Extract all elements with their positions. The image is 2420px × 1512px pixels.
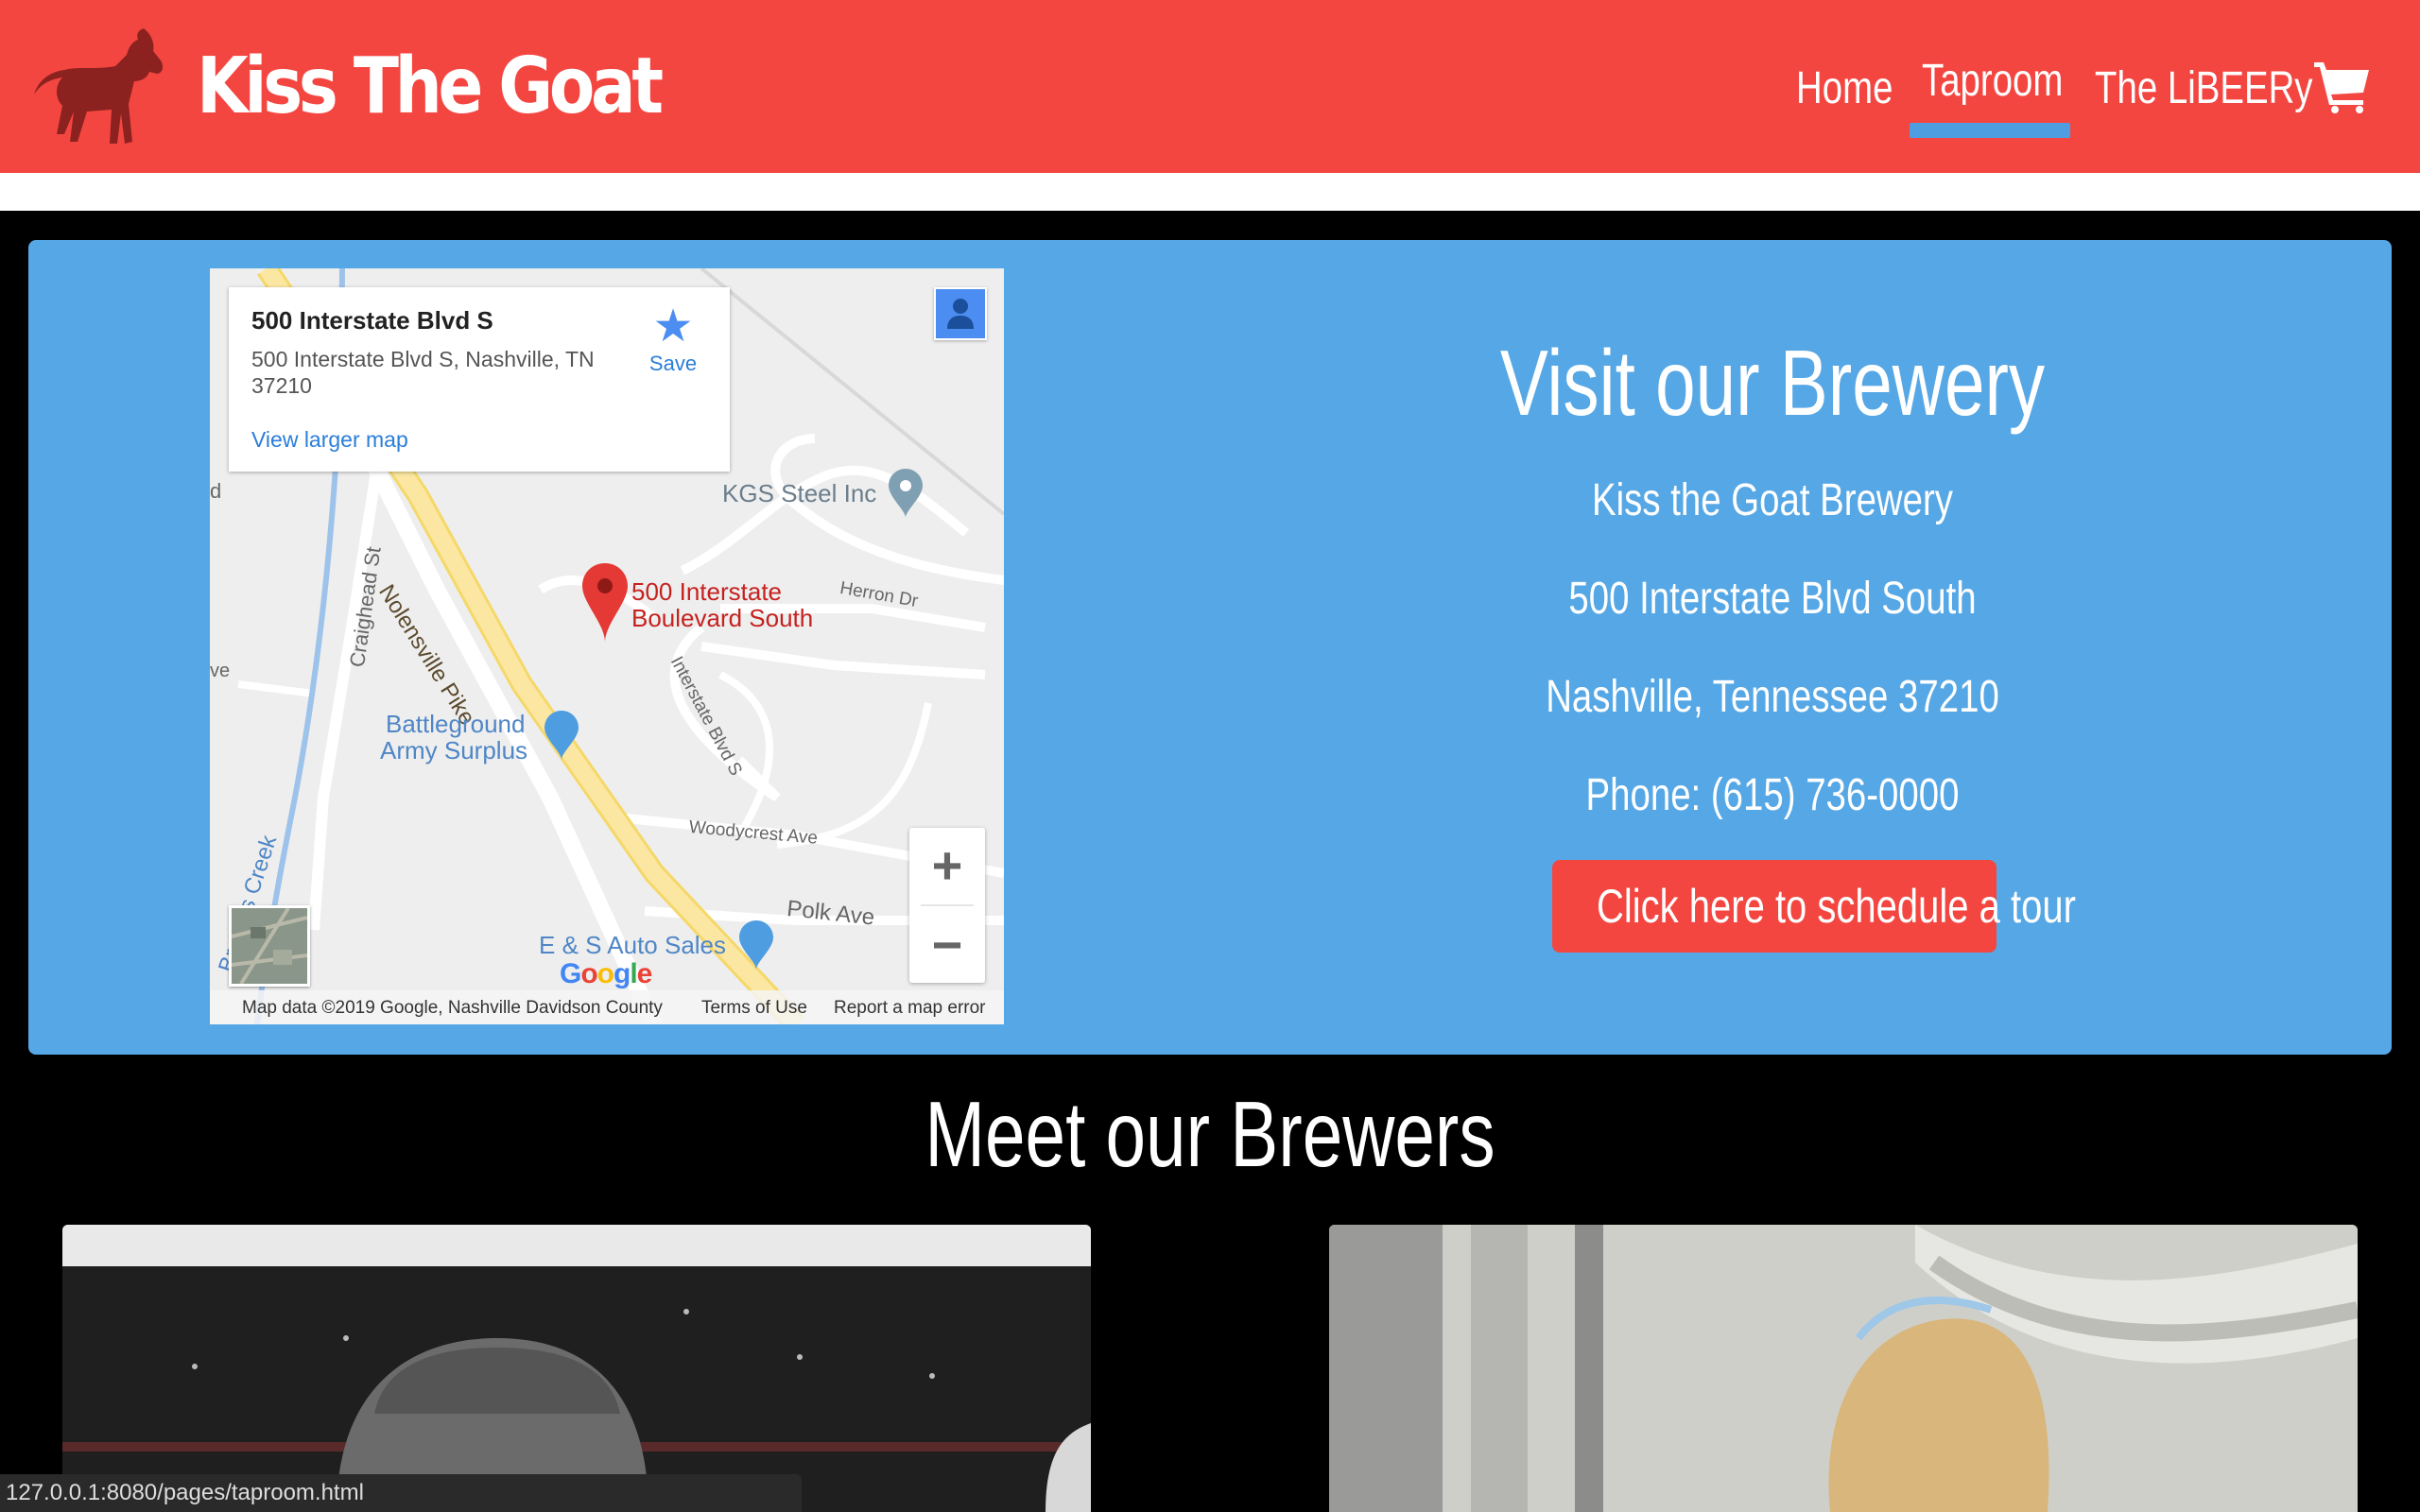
status-url: 127.0.0.1:8080/pages/taproom.html xyxy=(6,1480,364,1505)
map-label-kgs[interactable]: KGS Steel Inc xyxy=(722,480,876,507)
map-data-attribution: Map data ©2019 Google, Nashville Davidso… xyxy=(242,998,663,1018)
brewer-photo-right-image xyxy=(1329,1225,2358,1512)
brewer-photo-left xyxy=(62,1225,1091,1512)
google-logo[interactable]: Google xyxy=(560,958,652,990)
nav-libeery[interactable]: The LiBEERy xyxy=(2095,60,2313,117)
brewers-heading: Meet our Brewers xyxy=(925,1082,1495,1186)
terms-of-use-link[interactable]: Terms of Use xyxy=(701,998,807,1019)
map-label-es-auto[interactable]: E & S Auto Sales xyxy=(539,932,726,958)
active-nav-indicator xyxy=(1910,123,2070,138)
site-header: Kiss The Goat Home Taproom The LiBEERy xyxy=(0,0,2420,173)
report-map-error-link[interactable]: Report a map error xyxy=(834,998,986,1019)
browser-status-bar: 127.0.0.1:8080/pages/taproom.html xyxy=(0,1474,802,1512)
brand-name[interactable]: Kiss The Goat xyxy=(197,40,664,134)
goat-icon[interactable] xyxy=(30,23,168,151)
brewery-street: 500 Interstate Blvd South xyxy=(1568,574,1977,624)
zoom-out-button[interactable]: − xyxy=(909,907,985,983)
schedule-tour-button[interactable]: Click here to schedule a tour xyxy=(1552,860,2076,953)
header-divider xyxy=(0,173,2420,211)
zoom-in-button[interactable]: + xyxy=(909,828,985,903)
map-label-pin-line2[interactable]: Boulevard South xyxy=(631,605,813,631)
star-icon: ★ xyxy=(652,301,694,352)
brewery-name: Kiss the Goat Brewery xyxy=(1591,475,1953,525)
save-label: Save xyxy=(648,352,698,375)
zoom-controls: + − xyxy=(909,828,985,983)
nav-home[interactable]: Home xyxy=(1796,60,1893,117)
brewery-phone: Phone: (615) 736-0000 xyxy=(1585,770,1960,820)
map-label-battleground-1[interactable]: Battleground xyxy=(386,711,525,737)
map-info-title: 500 Interstate Blvd S xyxy=(251,306,493,335)
map-label-fragment-d: d xyxy=(210,479,222,503)
embedded-map[interactable]: KGS Steel Inc Herron Dr 500 Interstate B… xyxy=(210,268,1004,1024)
view-larger-map-link[interactable]: View larger map xyxy=(251,427,408,453)
save-place-button[interactable]: ★ Save xyxy=(635,302,711,376)
brewery-city: Nashville, Tennessee 37210 xyxy=(1546,672,1999,722)
map-info-card: 500 Interstate Blvd S 500 Interstate Blv… xyxy=(229,287,730,472)
map-info-address: 500 Interstate Blvd S, Nashville, TN 372… xyxy=(251,347,595,398)
map-label-pin-line1[interactable]: 500 Interstate xyxy=(631,578,782,605)
street-view-pegman-icon[interactable] xyxy=(934,287,987,340)
cart-icon[interactable] xyxy=(2314,60,2371,113)
schedule-tour-label: Click here to schedule a tour xyxy=(1597,880,2076,933)
brewer-photo-right xyxy=(1329,1225,2358,1512)
brewer-photo-left-image xyxy=(62,1225,1091,1512)
map-label-battleground-2[interactable]: Army Surplus xyxy=(380,737,527,764)
nav-taproom[interactable]: Taproom xyxy=(1922,53,2063,110)
visit-heading: Visit our Brewery xyxy=(1499,331,2046,435)
zoom-separator xyxy=(921,904,974,906)
satellite-toggle-button[interactable] xyxy=(229,905,310,987)
map-label-fragment-ve: ve xyxy=(210,661,231,681)
map-footer: Map data ©2019 Google, Nashville Davidso… xyxy=(210,990,1004,1024)
